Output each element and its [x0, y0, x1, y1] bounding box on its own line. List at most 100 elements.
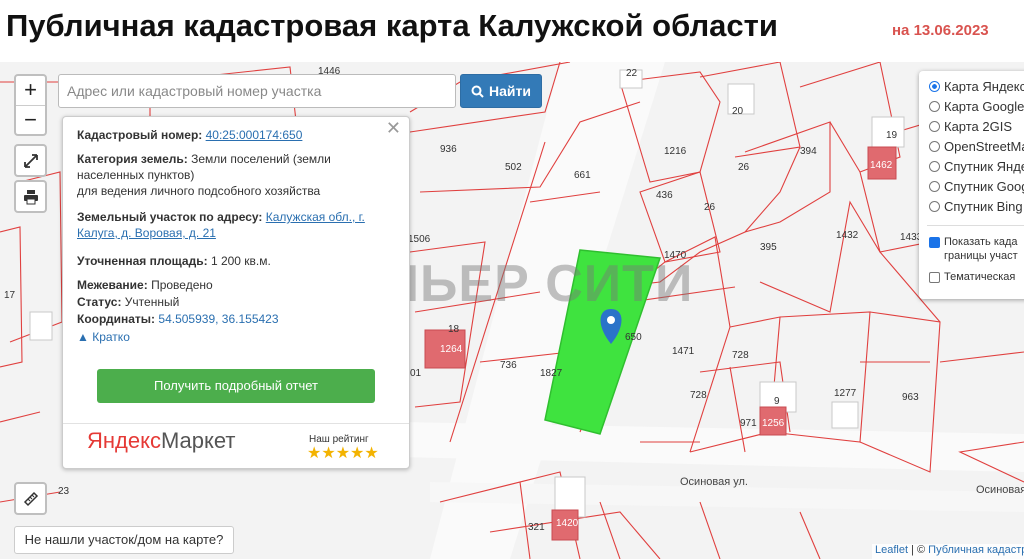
layer-2gis-map[interactable]: Карта 2GIS	[929, 119, 1012, 134]
overlay-cadastral-borders[interactable]: Показать када границы участ	[929, 235, 1018, 263]
plot-number: 728	[732, 350, 749, 361]
leaflet-link[interactable]: Leaflet	[875, 544, 908, 556]
survey-label: Межевание:	[77, 278, 148, 292]
plot-number: 1462	[870, 160, 893, 171]
plot-number: 1827	[540, 368, 563, 379]
radio-icon[interactable]	[929, 201, 940, 212]
plot-number: 1471	[672, 346, 695, 357]
radio-icon[interactable]	[929, 161, 940, 172]
plot-number: 963	[902, 392, 919, 403]
coordinates-row: Координаты: 54.505939, 36.155423	[77, 311, 387, 327]
plot-number: 1264	[440, 344, 463, 355]
layer-label: OpenStreetMap	[944, 139, 1024, 154]
divider	[63, 423, 409, 424]
plot-number: 1277	[834, 388, 857, 399]
radio-icon[interactable]	[929, 181, 940, 192]
survey-row: Межевание: Проведено	[77, 277, 387, 293]
cadastral-number-row: Кадастровый номер: 40:25:000174:650	[77, 127, 387, 143]
plot-number: 9	[774, 396, 780, 407]
not-found-button[interactable]: Не нашли участок/дом на карте?	[14, 526, 234, 554]
plot-number: 1256	[762, 418, 785, 429]
layer-label: Карта 2GIS	[944, 119, 1013, 134]
land-category-label: Категория земель:	[77, 152, 188, 166]
fullscreen-button[interactable]	[14, 144, 47, 177]
ruler-icon	[23, 491, 38, 506]
layers-panel: Карта Яндекс Карта Google Карта 2GIS Ope…	[919, 71, 1024, 299]
address-label: Земельный участок по адресу:	[77, 210, 263, 224]
street-label: Осиновая ул.	[680, 476, 748, 488]
plot-number: 1506	[408, 234, 431, 245]
checkbox-icon[interactable]	[929, 237, 940, 248]
status-value: Учтенный	[124, 295, 180, 309]
radio-icon[interactable]	[929, 81, 940, 92]
measure-button[interactable]	[14, 482, 47, 515]
radio-icon[interactable]	[929, 141, 940, 152]
parcel-info-popup: ✕ Кадастровый номер: 40:25:000174:650 Ка…	[62, 116, 410, 469]
overlay-cadastral-line-2: границы участ	[944, 250, 1018, 262]
layer-yandex-map[interactable]: Карта Яндекс	[929, 79, 1024, 94]
source-link[interactable]: Публичная кадастр	[928, 544, 1024, 556]
status-row: Статус: Учтенный	[77, 294, 387, 310]
layer-yandex-satellite[interactable]: Спутник Яндекс	[929, 159, 1024, 174]
plot-number: 26	[704, 202, 716, 213]
plot-number: 1420	[556, 518, 579, 529]
land-category-row: Категория земель: Земли поселений (земли…	[77, 151, 387, 183]
layer-label: Спутник Яндекс	[944, 159, 1024, 174]
layer-google-satellite[interactable]: Спутник Google	[929, 179, 1024, 194]
layer-openstreetmap[interactable]: OpenStreetMap	[929, 139, 1024, 154]
plot-number: 17	[4, 290, 16, 301]
overlay-cadastral-label: Показать када границы участ	[944, 235, 1018, 263]
divider	[927, 225, 1024, 226]
collapse-link[interactable]: Кратко	[92, 330, 130, 344]
status-label: Статус:	[77, 295, 122, 309]
plot-number: 22	[626, 68, 638, 79]
zoom-in-button[interactable]: +	[16, 76, 45, 105]
get-report-button[interactable]: Получить подробный отчет	[97, 369, 375, 403]
search-input[interactable]	[58, 74, 456, 108]
search-button[interactable]: Найти	[460, 74, 542, 108]
overlay-cadastral-line-1: Показать када	[944, 236, 1018, 248]
plot-number: 26	[738, 162, 750, 173]
plot-number: 1432	[836, 230, 859, 241]
print-button[interactable]	[14, 180, 47, 213]
plot-number: 321	[528, 522, 545, 533]
overlay-thematic[interactable]: Тематическая	[929, 271, 1015, 283]
plot-number: 395	[760, 242, 777, 253]
collapse-row[interactable]: ▲ Кратко	[77, 329, 387, 345]
yandex-market-logo[interactable]: ЯндексМаркет	[87, 430, 235, 452]
zoom-out-button[interactable]: −	[16, 105, 45, 134]
close-icon[interactable]: ✕	[386, 119, 401, 137]
plot-number: 502	[505, 162, 522, 173]
triangle-up-icon: ▲	[77, 330, 89, 344]
attribution-separator: | ©	[908, 544, 929, 556]
radio-icon[interactable]	[929, 101, 940, 112]
cadastral-number-link[interactable]: 40:25:000174:650	[206, 128, 303, 142]
cadastral-map[interactable]: 1446 22 20 19 936 502 661 1216 26 394 14…	[0, 62, 1024, 559]
layer-bing-satellite[interactable]: Спутник Bing	[929, 199, 1023, 214]
checkbox-icon[interactable]	[929, 271, 940, 283]
plot-number: 1216	[664, 146, 687, 157]
layer-google-map[interactable]: Карта Google	[929, 99, 1024, 114]
area-label: Уточненная площадь:	[77, 254, 208, 268]
plot-number: 01	[410, 368, 422, 379]
address-row: Земельный участок по адресу: Калужская о…	[77, 209, 387, 241]
plot-number: 728	[690, 390, 707, 401]
search-icon	[471, 85, 484, 98]
layer-label: Спутник Google	[944, 179, 1024, 194]
land-usage-row: для ведения личного подсобного хозяйства	[77, 183, 387, 199]
plot-number: 19	[886, 130, 898, 141]
plot-number: 20	[732, 106, 744, 117]
radio-icon[interactable]	[929, 121, 940, 132]
coordinates-label: Координаты:	[77, 312, 156, 326]
plot-number: 18	[448, 324, 460, 335]
coordinates-value[interactable]: 54.505939, 36.155423	[158, 312, 278, 326]
rating-stars-icon: ★★★★★	[307, 445, 379, 462]
overlay-thematic-label: Тематическая	[944, 271, 1016, 283]
yandex-logo-text: Яндекс	[87, 428, 161, 453]
cadastral-number-label: Кадастровый номер:	[77, 128, 203, 142]
title-date: на 13.06.2023	[892, 22, 989, 39]
printer-icon	[23, 189, 38, 204]
expand-icon	[23, 153, 38, 168]
plot-number: 650	[625, 332, 642, 343]
survey-value: Проведено	[151, 278, 213, 292]
